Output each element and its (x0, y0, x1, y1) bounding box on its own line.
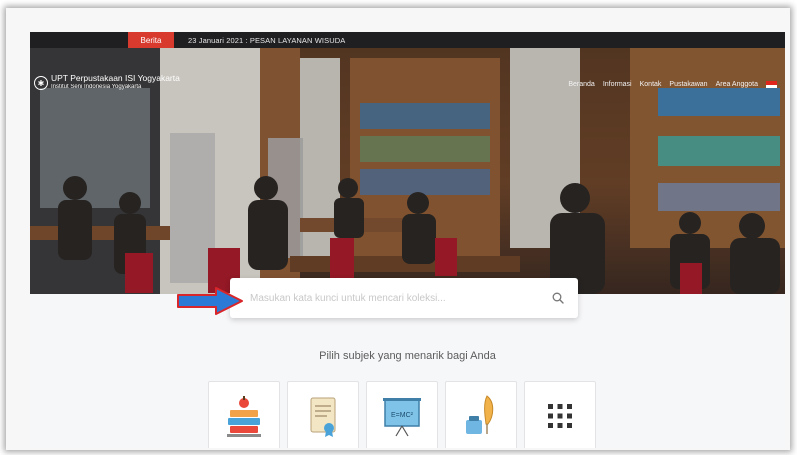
search-icon (552, 292, 564, 304)
nav-item-kontak[interactable]: Kontak (640, 81, 662, 88)
subject-card-writing[interactable] (445, 381, 517, 448)
subject-card-science[interactable]: E=MC² (366, 381, 438, 448)
isi-logo-icon: ✱ (34, 76, 48, 90)
certificate-scroll-icon (310, 397, 336, 437)
hero-library-photo: ✱ UPT Perpustakaan ISI Yogyakarta Instit… (30, 48, 785, 294)
subject-card-books[interactable] (208, 381, 280, 448)
browser-viewport: Berita 23 Januari 2021 : PESAN LAYANAN W… (30, 32, 785, 448)
top-navigation: Beranda Informasi Kontak Pustakawan Area… (560, 81, 777, 88)
search-button[interactable] (544, 284, 572, 312)
search-input[interactable] (250, 292, 544, 304)
nav-item-informasi[interactable]: Informasi (603, 81, 632, 88)
flag-id-icon[interactable] (766, 81, 777, 88)
screenshot-frame: Berita 23 Januari 2021 : PESAN LAYANAN W… (6, 8, 790, 450)
news-badge[interactable]: Berita (128, 32, 174, 48)
books-apple-icon (227, 396, 261, 437)
brand-subtitle: Institut Seni Indonesia Yogyakarta (51, 84, 142, 90)
nav-item-area-anggota[interactable]: Area Anggota (716, 81, 758, 88)
ink-quill-icon (466, 395, 494, 434)
presentation-board-icon: E=MC² (383, 398, 421, 437)
subject-card-certificate[interactable] (287, 381, 359, 448)
grid-more-icon (548, 404, 572, 428)
arrow-annotation-icon (177, 287, 243, 315)
subject-cards: E=MC² (208, 381, 603, 448)
brand-name: UPT Perpustakaan ISI Yogyakarta (51, 73, 180, 83)
svg-text:E=MC²: E=MC² (391, 412, 414, 419)
nav-item-beranda[interactable]: Beranda (568, 81, 594, 88)
news-headline[interactable]: 23 Januari 2021 : PESAN LAYANAN WISUDA (188, 36, 345, 45)
nav-item-pustakawan[interactable]: Pustakawan (669, 81, 707, 88)
brand[interactable]: ✱ UPT Perpustakaan ISI Yogyakarta Instit… (34, 74, 180, 92)
subjects-heading: Pilih subjek yang menarik bagi Anda (319, 350, 496, 362)
search-bar (230, 278, 578, 318)
news-ticker: Berita 23 Januari 2021 : PESAN LAYANAN W… (30, 32, 785, 48)
subject-card-more[interactable] (524, 381, 596, 448)
